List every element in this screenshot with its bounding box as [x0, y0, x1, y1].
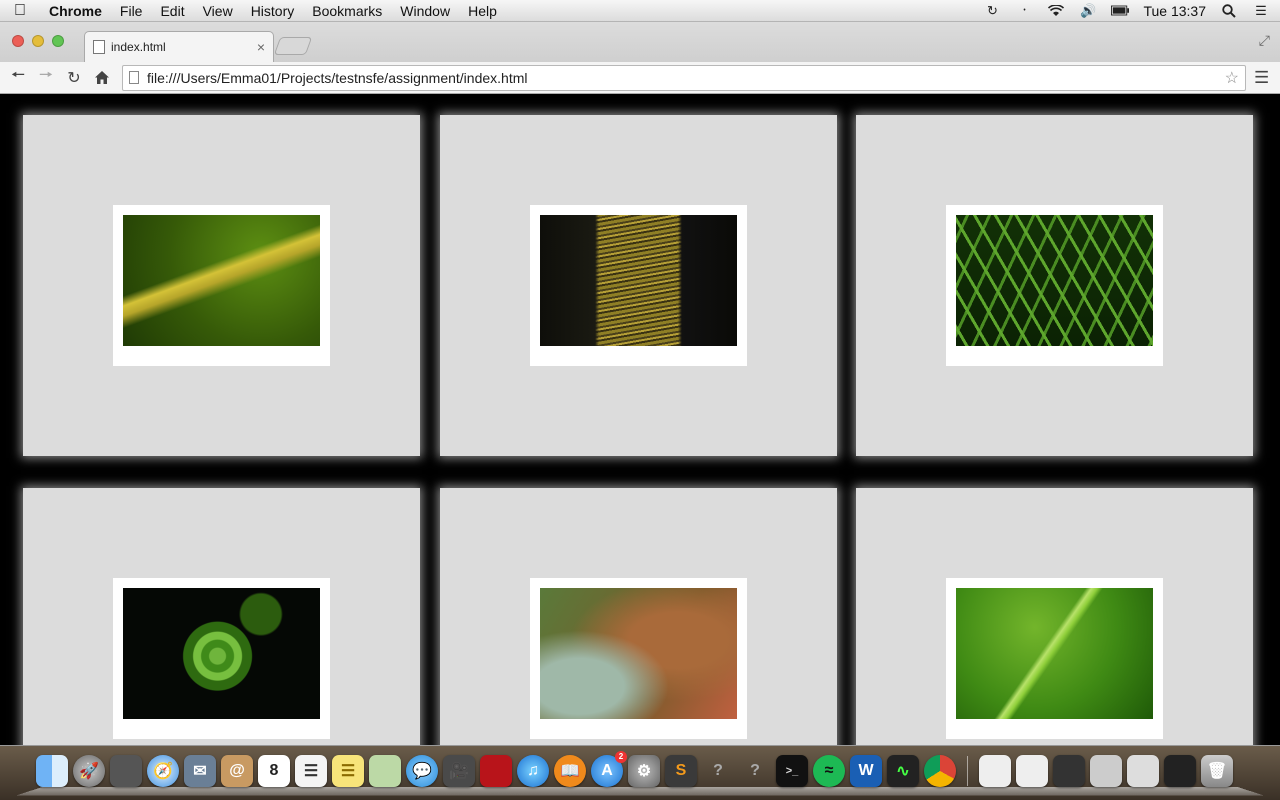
gallery-card	[856, 115, 1253, 456]
back-button[interactable]: 🠔	[4, 64, 32, 92]
photo-frame	[946, 205, 1163, 366]
notes-icon[interactable]: ☰	[332, 755, 364, 787]
gallery-card	[23, 115, 420, 456]
stack-icon[interactable]	[1127, 755, 1159, 787]
photo-frame	[530, 578, 747, 739]
fiddlehead-photo[interactable]	[123, 588, 320, 719]
bookmark-star-icon[interactable]: ☆	[1225, 68, 1239, 88]
menubar-clock[interactable]: Tue 13:37	[1143, 3, 1206, 19]
succulent-photo[interactable]	[540, 588, 737, 719]
menu-history[interactable]: History	[242, 0, 304, 22]
fullscreen-icon[interactable]: ⤢	[1259, 32, 1270, 49]
dock-shelf	[16, 786, 1264, 796]
menu-app-name[interactable]: Chrome	[40, 0, 111, 22]
trash-icon[interactable]: 🗑	[1201, 755, 1233, 787]
page-favicon-icon	[93, 40, 105, 54]
zip-file-icon[interactable]	[1016, 755, 1048, 787]
system-preferences-icon[interactable]: ⚙	[628, 755, 660, 787]
status-area: ↻ ᛫ 🔊 Tue 13:37 ☰	[983, 3, 1280, 19]
large-leaf-photo[interactable]	[956, 588, 1153, 719]
menu-window[interactable]: Window	[391, 0, 459, 22]
terminal-icon[interactable]: >_	[776, 755, 808, 787]
minimize-window-button[interactable]	[32, 35, 44, 47]
new-tab-button[interactable]	[273, 37, 313, 55]
unknown-app-icon[interactable]: ?	[702, 755, 734, 787]
bluetooth-icon[interactable]: ᛫	[1015, 3, 1033, 19]
activity-monitor-icon[interactable]: ∿	[887, 755, 919, 787]
reload-button[interactable]: ↻	[60, 64, 88, 92]
maps-icon[interactable]	[369, 755, 401, 787]
notification-center-icon[interactable]: ☰	[1252, 3, 1270, 19]
bark-photo[interactable]	[540, 215, 737, 346]
chrome-menu-icon[interactable]: ☰	[1254, 68, 1269, 88]
leaf-photo[interactable]	[123, 215, 320, 346]
stack-icon[interactable]	[1053, 755, 1085, 787]
reminders-icon[interactable]: ☰	[295, 755, 327, 787]
tab-strip: index.html × ⤢	[0, 22, 1280, 62]
menu-bar:  Chrome File Edit View History Bookmark…	[0, 0, 1280, 22]
image-capture-icon[interactable]	[110, 755, 142, 787]
safari-icon[interactable]: 🧭	[147, 755, 179, 787]
photo-booth-icon[interactable]	[480, 755, 512, 787]
ibooks-icon[interactable]: 📖	[554, 755, 586, 787]
calendar-icon[interactable]: 8	[258, 755, 290, 787]
finder-icon[interactable]	[36, 755, 68, 787]
spotlight-search-icon[interactable]	[1220, 3, 1238, 19]
photo-frame	[530, 205, 747, 366]
app-store-badge: 2	[615, 751, 627, 763]
menu-edit[interactable]: Edit	[151, 0, 193, 22]
close-window-button[interactable]	[12, 35, 24, 47]
fern-photo[interactable]	[956, 215, 1153, 346]
contacts-icon[interactable]: @	[221, 755, 253, 787]
facetime-icon[interactable]: 🎥	[443, 755, 475, 787]
photo-frame	[113, 205, 330, 366]
gallery-card	[856, 488, 1253, 745]
menu-bookmarks[interactable]: Bookmarks	[303, 0, 391, 22]
window-controls	[12, 35, 64, 47]
chrome-icon[interactable]	[924, 755, 956, 787]
zoom-window-button[interactable]	[52, 35, 64, 47]
tab-title: index.html	[111, 40, 166, 54]
time-machine-icon[interactable]: ↻	[983, 3, 1001, 19]
launchpad-icon[interactable]: 🚀	[73, 755, 105, 787]
browser-toolbar: 🠔 🠖 ↻ file:///Users/Emma01/Projects/test…	[0, 62, 1280, 94]
photo-frame	[113, 578, 330, 739]
close-tab-icon[interactable]: ×	[257, 39, 265, 55]
menu-help[interactable]: Help	[459, 0, 506, 22]
stack-icon[interactable]	[1164, 755, 1196, 787]
gallery-card	[440, 488, 837, 745]
spotify-icon[interactable]: ≈	[813, 755, 845, 787]
apple-menu-icon[interactable]: 	[0, 2, 40, 20]
battery-icon[interactable]	[1111, 3, 1130, 19]
address-bar[interactable]: file:///Users/Emma01/Projects/testnsfe/a…	[122, 64, 1246, 91]
dock: 🚀 🧭 ✉ @ 8 ☰ ☰ 💬 🎥 ♫ 📖 A2 ⚙ S ? ? >_ ≈ W …	[0, 745, 1280, 800]
volume-icon[interactable]: 🔊	[1079, 3, 1097, 19]
zip-file-icon[interactable]	[979, 755, 1011, 787]
app-store-icon[interactable]: A2	[591, 751, 627, 787]
home-button[interactable]	[88, 64, 116, 92]
page-content	[0, 95, 1280, 745]
forward-button[interactable]: 🠖	[32, 64, 60, 92]
photo-frame	[946, 578, 1163, 739]
word-icon[interactable]: W	[850, 755, 882, 787]
menu-view[interactable]: View	[194, 0, 242, 22]
address-bar-url[interactable]: file:///Users/Emma01/Projects/testnsfe/a…	[147, 70, 1225, 86]
gallery-card	[23, 488, 420, 745]
gallery-card	[440, 115, 837, 456]
messages-icon[interactable]: 💬	[406, 755, 438, 787]
sublime-text-icon[interactable]: S	[665, 755, 697, 787]
mail-icon[interactable]: ✉	[184, 755, 216, 787]
dock-icons: 🚀 🧭 ✉ @ 8 ☰ ☰ 💬 🎥 ♫ 📖 A2 ⚙ S ? ? >_ ≈ W …	[36, 751, 1233, 787]
itunes-icon[interactable]: ♫	[517, 755, 549, 787]
unknown-app-icon[interactable]: ?	[739, 755, 771, 787]
stack-icon[interactable]	[1090, 755, 1122, 787]
page-icon	[129, 71, 139, 84]
menu-file[interactable]: File	[111, 0, 152, 22]
wifi-icon[interactable]	[1047, 3, 1065, 19]
dock-separator	[967, 756, 968, 786]
tab-index-html[interactable]: index.html ×	[84, 31, 274, 62]
